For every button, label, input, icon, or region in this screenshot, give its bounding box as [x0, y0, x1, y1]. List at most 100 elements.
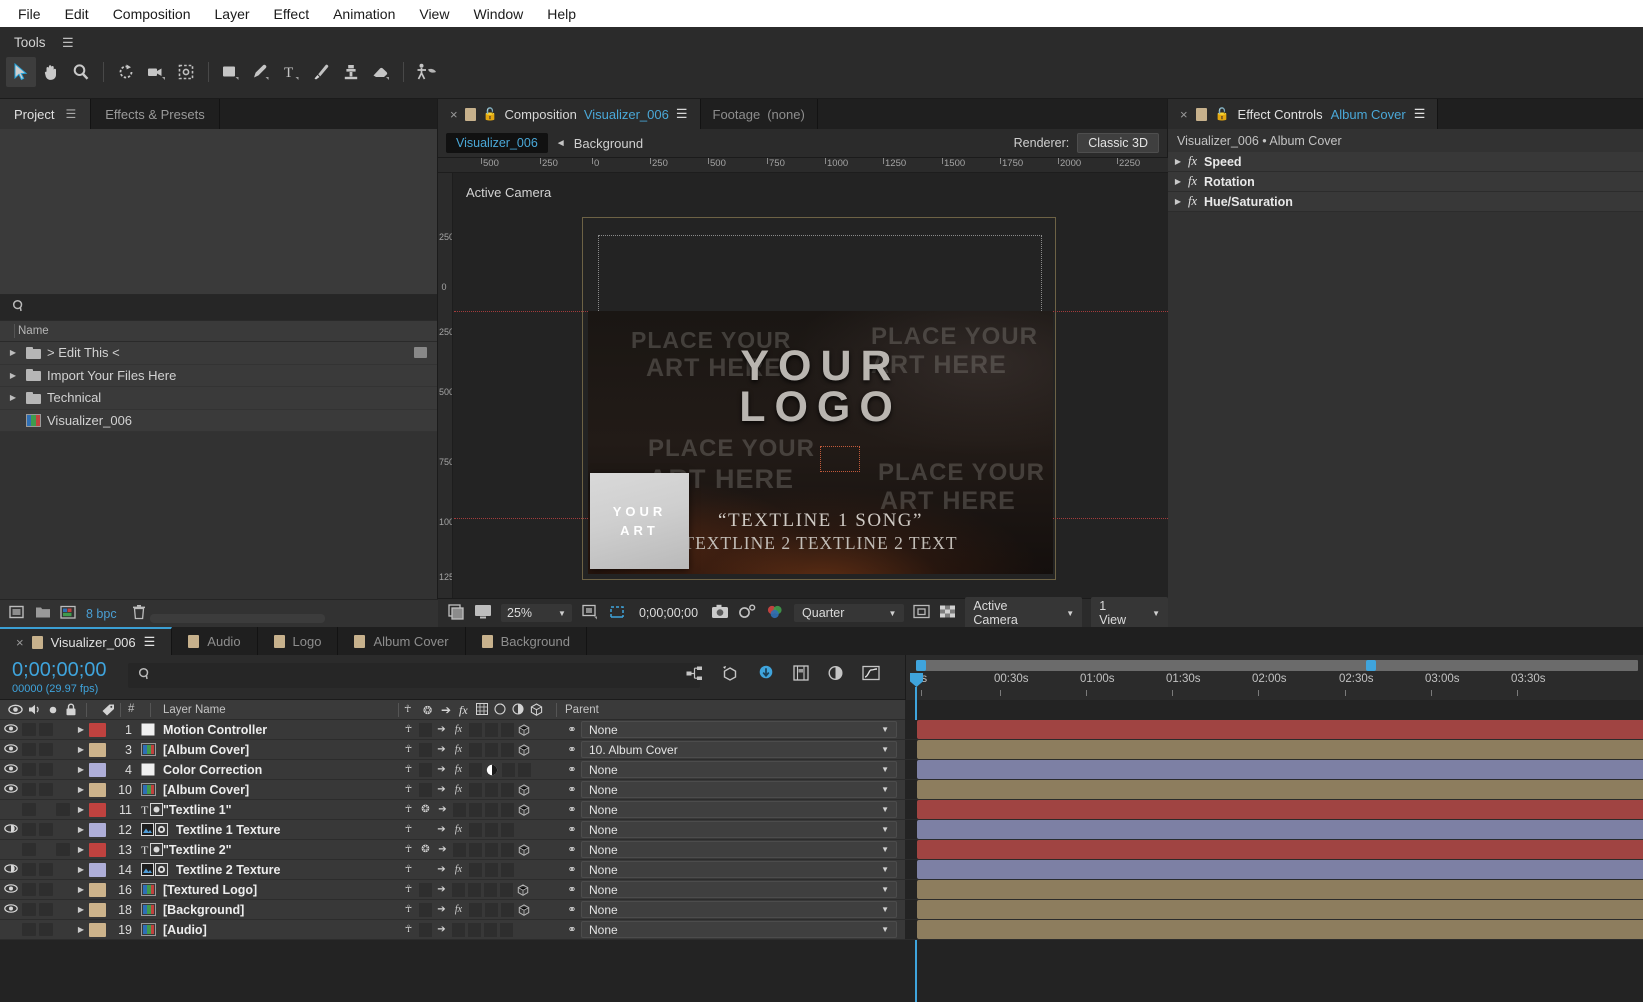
- parent-pickwhip-icon[interactable]: ⚭: [563, 823, 581, 836]
- solo-toggle-cell[interactable]: [39, 883, 53, 896]
- track-row[interactable]: [905, 820, 1643, 840]
- layer-label-color[interactable]: [89, 742, 106, 757]
- shy-icon[interactable]: ☥: [400, 723, 417, 737]
- solo-toggle-cell[interactable]: [39, 743, 53, 756]
- bit-depth-label[interactable]: 8 bpc: [86, 607, 117, 621]
- layer-name[interactable]: Color Correction: [163, 763, 262, 777]
- lock-toggle-cell[interactable]: [56, 863, 70, 876]
- label-tag-icon[interactable]: [101, 703, 115, 719]
- track-row[interactable]: [905, 720, 1643, 740]
- twirl-icon[interactable]: ▶: [6, 371, 20, 380]
- layer-label-color[interactable]: [89, 902, 106, 917]
- frame-blend-cell[interactable]: [468, 862, 482, 877]
- tab-logo[interactable]: Logo: [257, 627, 339, 655]
- audio-toggle-cell[interactable]: [22, 763, 36, 776]
- motion-blur-cell[interactable]: [484, 902, 498, 917]
- audio-toggle-cell[interactable]: [22, 843, 36, 856]
- project-row-import-files[interactable]: ▶ Import Your Files Here: [0, 365, 437, 387]
- eye-icon[interactable]: [0, 823, 22, 837]
- resolution-select[interactable]: Quarter ▼: [794, 604, 905, 622]
- menu-layer[interactable]: Layer: [203, 3, 262, 25]
- type-tool[interactable]: T: [276, 57, 306, 87]
- parent-dropdown[interactable]: None ▼: [581, 881, 897, 898]
- timeline-ruler[interactable]: 0s 00:30s 01:00s 01:30s 02:00s 02:30s 03…: [905, 655, 1643, 700]
- layer-label-color[interactable]: [89, 782, 106, 797]
- quality-slash-icon[interactable]: ➔: [433, 763, 450, 777]
- pen-tool[interactable]: [246, 57, 276, 87]
- lock-toggle-cell[interactable]: [56, 923, 70, 936]
- speaker-icon[interactable]: [28, 703, 43, 719]
- lock-toggle-cell[interactable]: [56, 783, 70, 796]
- threed-cube-icon[interactable]: [515, 843, 532, 857]
- shy-icon[interactable]: ☥: [400, 823, 417, 837]
- project-search-bar[interactable]: [0, 294, 437, 320]
- table-row[interactable]: ▶ 14 Textline 2 Texture ☥ ➔ fx ⚭ None ▼: [0, 860, 905, 880]
- frame-blend-cell[interactable]: [468, 822, 482, 837]
- adjustment-layer-icon[interactable]: [512, 703, 524, 718]
- layer-label-color[interactable]: [89, 882, 106, 897]
- tab-footage[interactable]: Footage (none): [700, 99, 818, 129]
- solo-toggle-cell[interactable]: [39, 823, 53, 836]
- track-row[interactable]: [905, 780, 1643, 800]
- solo-toggle-cell[interactable]: [39, 843, 53, 856]
- audio-toggle-cell[interactable]: [22, 903, 36, 916]
- project-row-visualizer-comp[interactable]: Visualizer_006: [0, 410, 437, 432]
- frame-blend-cell[interactable]: [468, 742, 482, 757]
- twirl-icon[interactable]: ▶: [73, 865, 89, 874]
- adjustment-cell[interactable]: [500, 802, 514, 817]
- draft-3d-icon[interactable]: [721, 665, 739, 684]
- layer-name[interactable]: [Background]: [163, 903, 244, 917]
- twirl-icon[interactable]: ▶: [73, 765, 89, 774]
- camera-view-select[interactable]: Active Camera ▼: [965, 597, 1083, 629]
- adjustment-cell[interactable]: [499, 882, 513, 897]
- collapse-cell[interactable]: [418, 742, 432, 757]
- lock-toggle-cell[interactable]: [56, 743, 70, 756]
- fx-cell[interactable]: [452, 842, 466, 857]
- layer-label-color[interactable]: [89, 722, 106, 737]
- fx-icon[interactable]: fx: [450, 743, 467, 757]
- collapse-star-icon[interactable]: ❂: [417, 803, 434, 817]
- parent-dropdown[interactable]: None ▼: [581, 901, 897, 918]
- parent-dropdown[interactable]: 10. Album Cover ▼: [581, 741, 897, 758]
- brush-tool[interactable]: [306, 57, 336, 87]
- close-icon[interactable]: ×: [450, 107, 458, 122]
- shy-icon[interactable]: ☥: [404, 704, 411, 715]
- lock-toggle-cell[interactable]: [56, 823, 70, 836]
- tab-album-cover[interactable]: Album Cover: [338, 627, 466, 655]
- motion-blur-cell[interactable]: [484, 802, 498, 817]
- menu-edit[interactable]: Edit: [53, 3, 101, 25]
- eye-icon[interactable]: [8, 703, 23, 719]
- zoom-level-select[interactable]: 25% ▼: [501, 604, 572, 622]
- layer-duration-bar[interactable]: [917, 760, 1643, 779]
- eye-icon[interactable]: [0, 723, 22, 737]
- hide-shy-layers-icon[interactable]: [757, 665, 775, 684]
- frame-blend-cell[interactable]: [468, 722, 482, 737]
- layer-name[interactable]: [Album Cover]: [163, 783, 249, 797]
- frame-blend-cell[interactable]: [468, 842, 482, 857]
- layer-duration-bar[interactable]: [917, 840, 1643, 859]
- tab-audio[interactable]: Audio: [172, 627, 258, 655]
- shy-icon[interactable]: ☥: [400, 903, 417, 917]
- effect-row-speed[interactable]: ▶ fx Speed Reset About...: [1168, 152, 1643, 172]
- puppet-pin-tool[interactable]: [411, 57, 441, 87]
- eye-icon[interactable]: [0, 743, 22, 757]
- lock-toggle-cell[interactable]: [56, 803, 70, 816]
- twirl-icon[interactable]: ▶: [73, 845, 89, 854]
- threed-cube-icon[interactable]: [515, 783, 532, 797]
- collapse-cell[interactable]: [418, 922, 432, 937]
- threed-cell[interactable]: [501, 762, 515, 777]
- hand-tool[interactable]: [36, 57, 66, 87]
- table-row[interactable]: ▶ 11 T "Textline 1" ☥ ❂ ➔ ⚭ None ▼: [0, 800, 905, 820]
- twirl-icon[interactable]: ▶: [73, 905, 89, 914]
- layer-label-color[interactable]: [89, 842, 106, 857]
- rotation-tool[interactable]: [111, 57, 141, 87]
- layer-duration-bar[interactable]: [917, 720, 1643, 739]
- twirl-icon[interactable]: ▶: [73, 725, 89, 734]
- threed-cell[interactable]: [517, 863, 530, 877]
- view-layout-select[interactable]: 1 View ▼: [1091, 597, 1168, 629]
- region-of-interest-icon[interactable]: [581, 604, 599, 623]
- left-triangle-icon[interactable]: ◄: [556, 138, 566, 149]
- collapse-cell[interactable]: [418, 722, 432, 737]
- collapse-cell[interactable]: [418, 902, 432, 917]
- lock-toggle-cell[interactable]: [56, 763, 70, 776]
